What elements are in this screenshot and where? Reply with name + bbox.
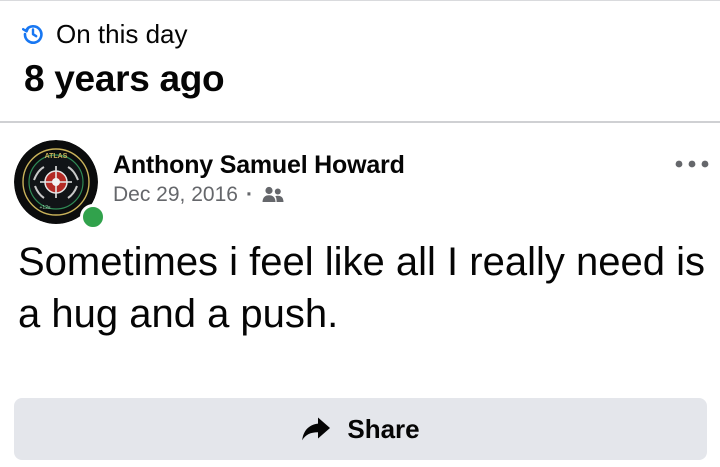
avatar-badge-text: ATLAS xyxy=(45,153,68,160)
more-options-button[interactable] xyxy=(672,153,712,175)
memories-page: On this day 8 years ago ATLAS +12s Antho… xyxy=(0,0,720,467)
share-arrow-icon xyxy=(301,416,331,442)
post-date[interactable]: Dec 29, 2016 xyxy=(113,182,238,208)
post-text: Sometimes i feel like all I really need … xyxy=(18,240,705,336)
share-button[interactable]: Share xyxy=(14,398,707,460)
friends-icon[interactable] xyxy=(261,186,285,204)
avatar-small-text: +12s xyxy=(40,205,51,211)
more-options-icon xyxy=(675,160,709,168)
meta-separator: · xyxy=(245,183,253,206)
share-label: Share xyxy=(347,414,420,444)
post-meta: Dec 29, 2016 · xyxy=(113,182,285,208)
memories-title: 8 years ago xyxy=(24,58,225,99)
memories-header: On this day 8 years ago xyxy=(0,1,720,121)
history-clock-icon xyxy=(22,23,44,45)
memory-post-card: ATLAS +12s Anthony Samuel Howard Dec 29,… xyxy=(0,123,720,467)
memories-label-row: On this day xyxy=(22,19,188,49)
online-status-dot xyxy=(80,204,106,230)
memories-label: On this day xyxy=(56,19,188,49)
author-avatar-wrap[interactable]: ATLAS +12s xyxy=(14,140,106,230)
author-name[interactable]: Anthony Samuel Howard xyxy=(113,150,405,180)
